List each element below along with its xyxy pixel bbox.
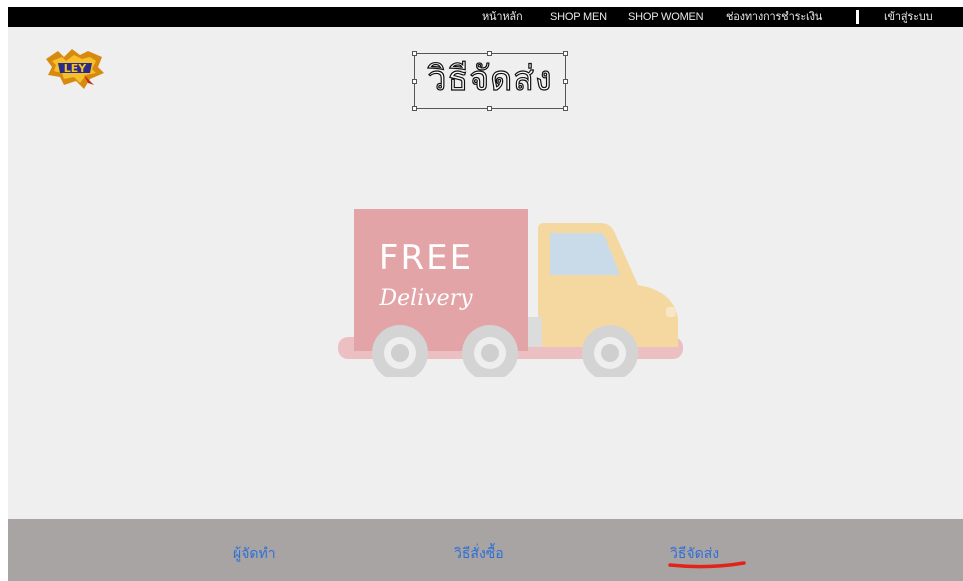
footer-bar: ผู้จัดทำ วิธีสั่งซื้อ วิธีจัดส่ง <box>8 519 963 581</box>
banner-free-text: FREE <box>379 238 473 278</box>
banner-delivery-text: Delivery <box>378 286 473 311</box>
footer-link-creators[interactable]: ผู้จัดทำ <box>233 543 276 563</box>
nav-payment[interactable]: ช่องทางการชำระเงิน <box>726 10 822 24</box>
top-nav: หน้าหลัก SHOP MEN SHOP WOMEN ช่องทางการช… <box>8 7 963 27</box>
footer-link-how-to-order[interactable]: วิธีสั่งซื้อ <box>454 543 504 563</box>
nav-divider <box>856 10 859 24</box>
brand-logo[interactable]: LEY <box>44 45 106 91</box>
logo-graphic: LEY <box>46 49 104 89</box>
selection-handle[interactable] <box>487 106 492 111</box>
free-delivery-truck-illustration: FREE Delivery <box>338 209 683 377</box>
nav-home[interactable]: หน้าหลัก <box>482 10 523 24</box>
nav-login[interactable]: เข้าสู่ระบบ <box>884 10 933 24</box>
active-link-underline <box>668 561 746 569</box>
nav-shop-men[interactable]: SHOP MEN <box>550 10 607 24</box>
logo-text: LEY <box>64 62 88 75</box>
nav-shop-women[interactable]: SHOP WOMEN <box>628 10 704 24</box>
page-frame: หน้าหลัก SHOP MEN SHOP WOMEN ช่องทางการช… <box>8 7 963 581</box>
selection-handle[interactable] <box>412 106 417 111</box>
page-title: วิธีจัดส่ง <box>427 58 553 99</box>
selection-handle[interactable] <box>563 106 568 111</box>
